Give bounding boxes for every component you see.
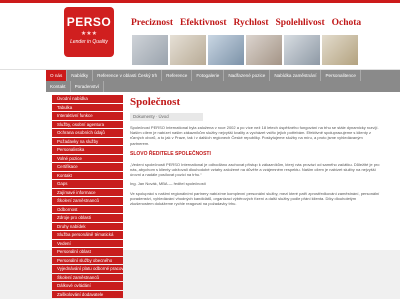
nav-item-nadrazene-pozice[interactable]: Nadřazené pozice: [224, 70, 271, 81]
sidebar-item[interactable]: Zdroje pro oblasti: [52, 214, 123, 222]
sidebar-item[interactable]: Volné pozice: [52, 154, 123, 162]
nav-item-kontakt[interactable]: Kontakt: [46, 81, 71, 92]
sidebar-item[interactable]: Druhy nabídek: [52, 222, 123, 230]
nav-item-nabidka-zamestnani[interactable]: Nabídka zaměstnání: [270, 70, 322, 81]
signature: Ing. Jan Novák, MBA — ředitel společnost…: [130, 181, 206, 187]
page-title: Společnost: [130, 96, 181, 108]
nav-item-reference[interactable]: Reference: [162, 70, 193, 81]
sidebar-item[interactable]: Kontakt: [52, 171, 123, 179]
sidebar-item[interactable]: Odbornost: [52, 205, 123, 213]
sidebar-item[interactable]: Vedení: [52, 239, 123, 247]
slogan-ochota: Ochota: [331, 18, 362, 28]
page: PERSO ★★★ Lender in Quality Preciznost E…: [0, 0, 400, 298]
sidebar-item[interactable]: Služby, osobní agentura: [52, 120, 123, 128]
sidebar-menu: Úvodní nabídka Tabulka Interaktivní funk…: [52, 95, 123, 299]
main-content: Společnost Dokumenty · Úvod Společnost P…: [130, 95, 380, 210]
logo-name: PERSO: [66, 15, 112, 29]
sidebar-item[interactable]: Personální oblast: [52, 248, 123, 256]
breadcrumb[interactable]: Dokumenty · Úvod: [130, 113, 203, 121]
slogan-rychlost: Rychlost: [233, 18, 269, 28]
slogan-preciznost: Preciznost: [131, 18, 174, 28]
nav-row-secondary: Kontakt Poradenství: [46, 81, 400, 92]
sidebar-item[interactable]: Personální služby obecného: [52, 256, 123, 264]
sidebar-item[interactable]: Vyjednávání platu odborné pracovníky: [52, 265, 123, 273]
sidebar-item[interactable]: Zajímavé informace: [52, 188, 123, 196]
sidebar-item[interactable]: Úvodní nabídka: [52, 95, 123, 103]
sidebar-item[interactable]: Služba personálně tématická: [52, 231, 123, 239]
sidebar-item[interactable]: Gaps: [52, 180, 123, 188]
header-photo: [170, 35, 206, 65]
nav-item-nabidky[interactable]: Nabídky: [67, 70, 94, 81]
sidebar-item[interactable]: Školení zaměstnanců: [52, 197, 123, 205]
slogan-spolehlivost: Spolehlivost: [275, 18, 325, 28]
slogan-efektivnost: Efektivnost: [180, 18, 227, 28]
logo-tagline: Lender in Quality: [70, 39, 108, 45]
sidebar-item[interactable]: Tabulka: [52, 103, 123, 111]
sidebar-item[interactable]: Interaktivní funkce: [52, 112, 123, 120]
slogan-row: Preciznost Efektivnost Rychlost Spolehli…: [131, 18, 368, 28]
header-photo: [208, 35, 244, 65]
sidebar-item[interactable]: Dálkové ovládání: [52, 282, 123, 290]
sidebar-item[interactable]: Školení zaměstnanců: [52, 273, 123, 281]
logo-stars: ★★★: [80, 31, 98, 37]
nav-item-personalitence[interactable]: Personalitence: [321, 70, 361, 81]
nav-item-reference-cesky-trh[interactable]: Reference v oblasti Český trh: [93, 70, 163, 81]
sidebar-item[interactable]: Zaškolování dodavatele: [52, 290, 123, 298]
sidebar-item[interactable]: Certifikace: [52, 163, 123, 171]
nav-row-primary: O nás Nabídky Reference v oblasti Český …: [46, 70, 400, 81]
sidebar-item[interactable]: Ochrana osobních údajů: [52, 129, 123, 137]
nav-item-fotogalerie[interactable]: Fotogalerie: [192, 70, 225, 81]
sidebar-item[interactable]: Personalistika: [52, 146, 123, 154]
main-navigation: O nás Nabídky Reference v oblasti Český …: [46, 70, 400, 92]
nav-item-o-nas[interactable]: O nás: [46, 70, 68, 81]
intro-paragraph: Společnost PERSO International byla zalo…: [130, 125, 379, 146]
site-header: PERSO ★★★ Lender in Quality Preciznost E…: [0, 3, 400, 70]
closing-paragraph: Ve spolupráci s našimi regionálními part…: [130, 190, 380, 207]
header-photo-strip: [132, 35, 358, 65]
director-quote: „Vedení společnosti PERSO International …: [130, 161, 380, 178]
section-heading: SLOVO ŘEDITELE SPOLEČNOSTI: [130, 150, 211, 157]
header-photo: [322, 35, 358, 65]
perso-logo[interactable]: PERSO ★★★ Lender in Quality: [64, 7, 114, 57]
header-photo: [246, 35, 282, 65]
nav-item-poradenstvi[interactable]: Poradenství: [71, 81, 105, 92]
header-photo: [132, 35, 168, 65]
header-photo: [284, 35, 320, 65]
sidebar-item[interactable]: Požadavky na služby: [52, 137, 123, 145]
